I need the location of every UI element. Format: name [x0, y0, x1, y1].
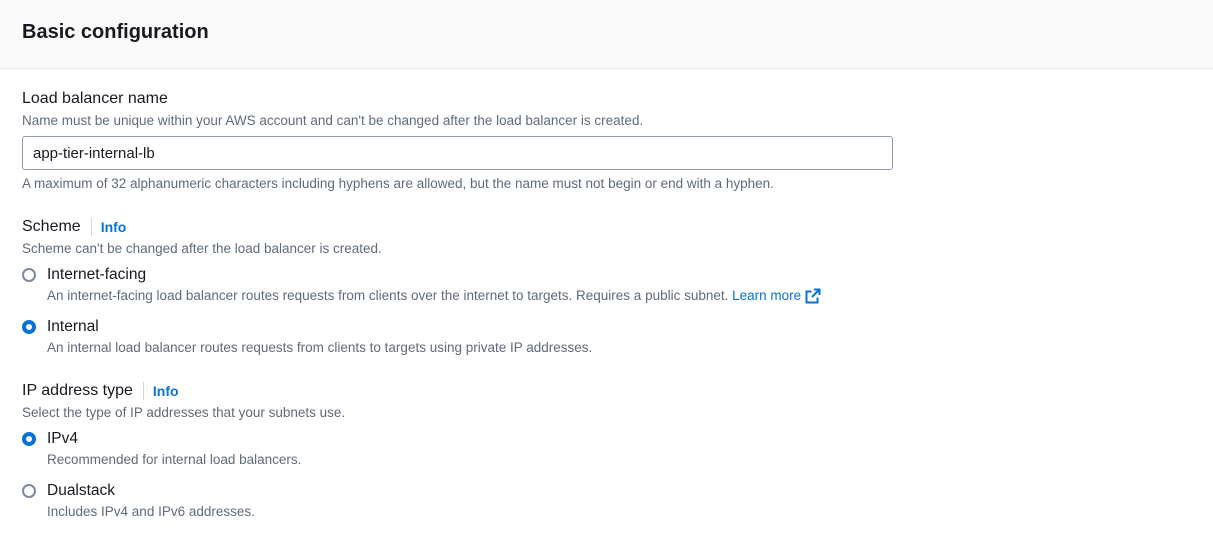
panel-title: Basic configuration: [22, 21, 209, 43]
ipv4-label: IPv4: [47, 430, 79, 447]
dualstack-description: Includes IPv4 and IPv6 addresses.: [47, 504, 255, 519]
dualstack-radio[interactable]: [22, 484, 36, 498]
panel-content: Load balancer name Name must be unique w…: [0, 69, 1213, 521]
ip-address-type-description: Select the type of IP addresses that you…: [22, 405, 346, 420]
learn-more-label: Learn more: [732, 288, 802, 303]
load-balancer-name-input[interactable]: [22, 136, 893, 170]
internet-facing-description-text: An internet-facing load balancer routes …: [47, 288, 729, 303]
scheme-label-row: Scheme Info: [22, 217, 1213, 237]
load-balancer-name-description: Name must be unique within your AWS acco…: [22, 113, 644, 128]
external-link-icon: [805, 288, 821, 304]
dualstack-label: Dualstack: [47, 482, 116, 499]
ip-address-type-field: IP address type Info Select the type of …: [22, 381, 1213, 521]
scheme-description: Scheme can't be changed after the load b…: [22, 241, 382, 256]
load-balancer-name-constraint: A maximum of 32 alphanumeric characters …: [22, 176, 774, 191]
internet-facing-label: Internet-facing: [47, 266, 147, 283]
ip-address-type-label-row: IP address type Info: [22, 381, 1213, 401]
load-balancer-name-label: Load balancer name: [22, 90, 168, 107]
panel-header: Basic configuration: [0, 0, 1213, 69]
ipv4-radio[interactable]: [22, 432, 36, 446]
ipv4-description: Recommended for internal load balancers.: [47, 452, 302, 467]
internal-description: An internal load balancer routes request…: [47, 340, 593, 355]
internal-radio[interactable]: [22, 320, 36, 334]
scheme-info-link[interactable]: Info: [90, 218, 126, 236]
scheme-option-internet-facing[interactable]: Internet-facing An internet-facing load …: [22, 265, 1213, 305]
internet-facing-description: An internet-facing load balancer routes …: [47, 287, 821, 305]
load-balancer-name-field: Load balancer name Name must be unique w…: [22, 89, 1213, 193]
scheme-option-internal[interactable]: Internal An internal load balancer route…: [22, 317, 1213, 357]
scheme-label: Scheme: [22, 218, 81, 235]
ip-option-dualstack[interactable]: Dualstack Includes IPv4 and IPv6 address…: [22, 481, 1213, 521]
learn-more-link[interactable]: Learn more: [732, 287, 821, 305]
ip-address-type-info-link[interactable]: Info: [142, 382, 179, 400]
internet-facing-radio[interactable]: [22, 268, 36, 282]
scheme-field: Scheme Info Scheme can't be changed afte…: [22, 217, 1213, 357]
ip-option-ipv4[interactable]: IPv4 Recommended for internal load balan…: [22, 429, 1213, 469]
ip-address-type-label: IP address type: [22, 382, 133, 399]
internal-label: Internal: [47, 318, 99, 335]
basic-configuration-panel: Basic configuration Load balancer name N…: [0, 0, 1213, 545]
